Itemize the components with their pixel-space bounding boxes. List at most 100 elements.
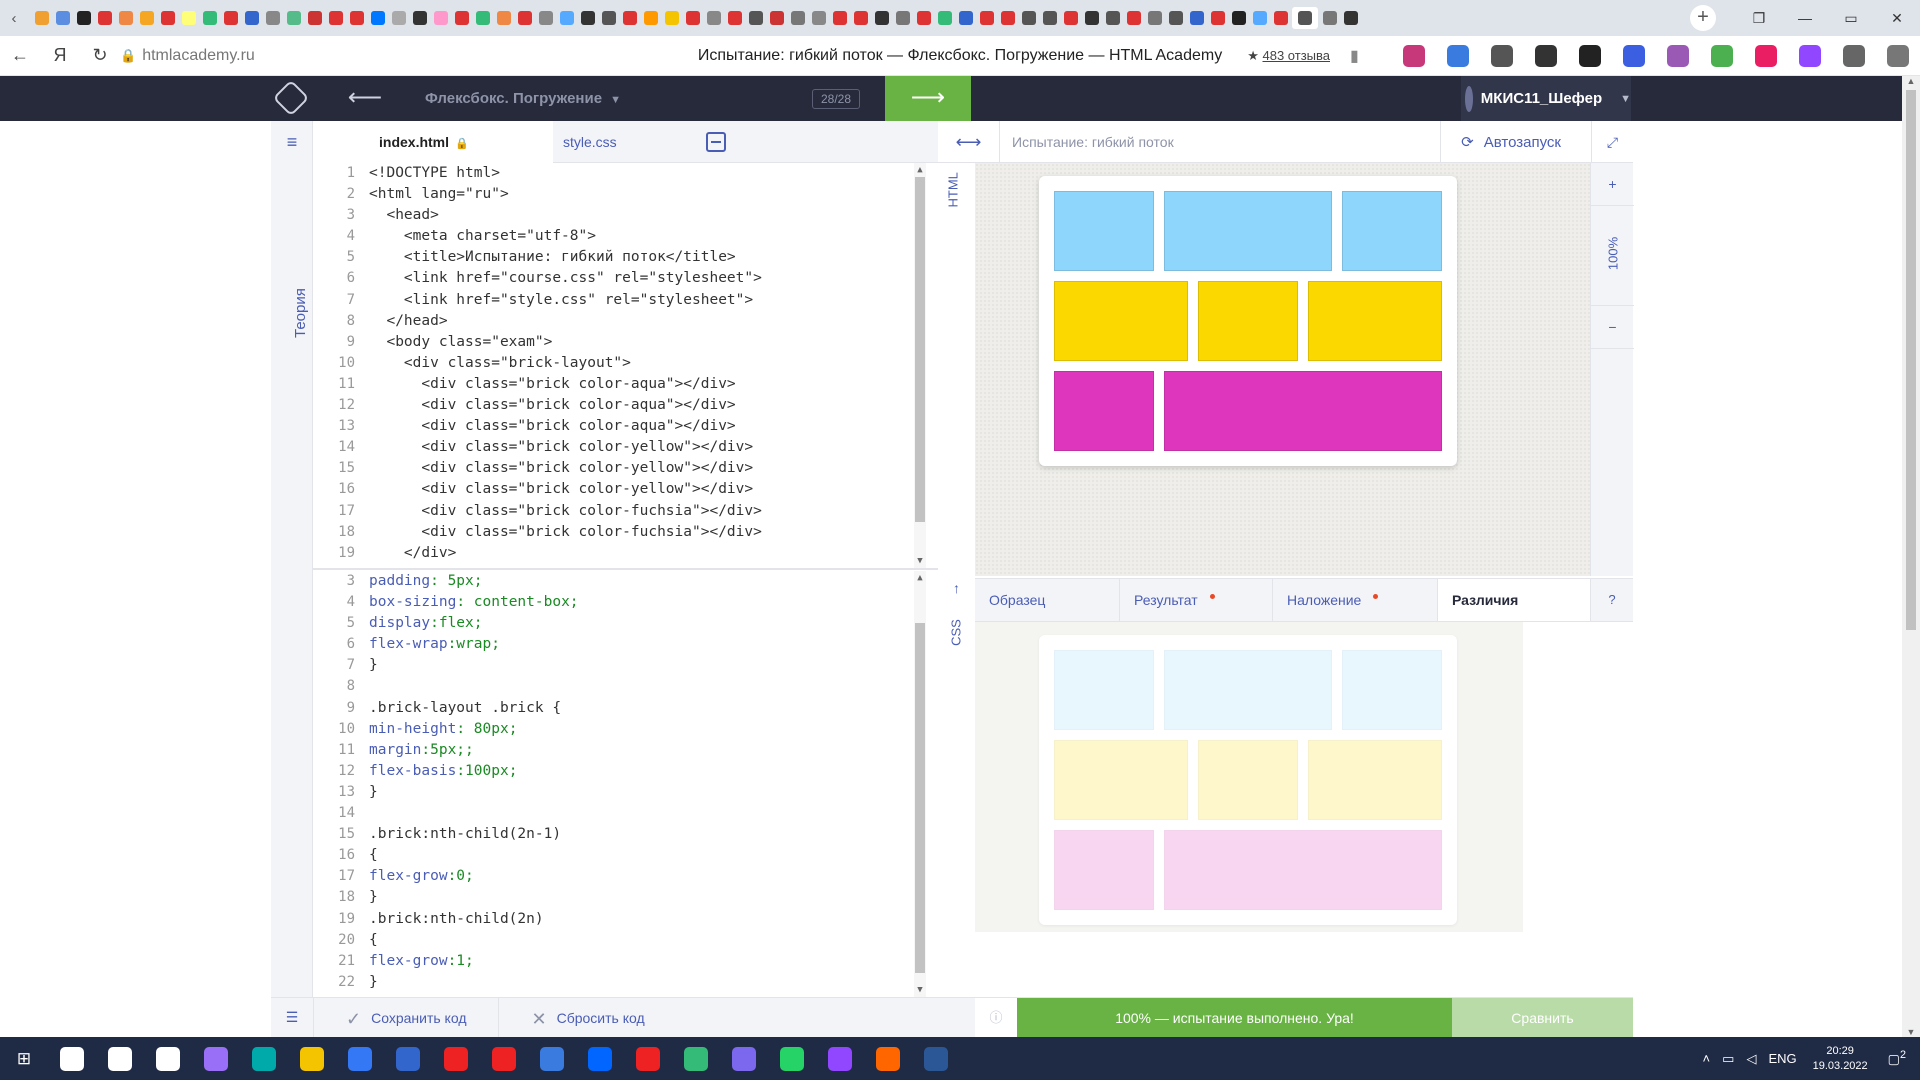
code-line[interactable]: <link href="style.css" rel="stylesheet">	[369, 290, 908, 311]
browser-tab[interactable]	[1271, 7, 1290, 29]
tab-overlay[interactable]: Наложение	[1273, 579, 1438, 621]
taskbar-app[interactable]	[480, 1037, 528, 1080]
help-icon[interactable]: ?	[1591, 579, 1633, 621]
code-line[interactable]: <!DOCTYPE html>	[369, 163, 908, 184]
windows-start-icon[interactable]: ⊞	[0, 1049, 48, 1069]
scrollbar-thumb[interactable]	[915, 177, 925, 522]
browser-tab[interactable]	[620, 7, 639, 29]
scroll-down-icon[interactable]: ▼	[914, 556, 926, 566]
code-line[interactable]: {	[369, 845, 908, 866]
taskbar-app[interactable]	[96, 1037, 144, 1080]
taskbar-app[interactable]	[528, 1037, 576, 1080]
browser-tab[interactable]	[914, 7, 933, 29]
browser-tab[interactable]	[746, 7, 765, 29]
browser-tab[interactable]	[1061, 7, 1080, 29]
taskbar-app[interactable]	[864, 1037, 912, 1080]
swap-panels-icon[interactable]: ⟷	[938, 120, 1000, 163]
browser-tab[interactable]	[599, 7, 618, 29]
yandex-home-icon[interactable]: Я	[40, 45, 80, 66]
scrollbar-thumb[interactable]	[915, 623, 925, 973]
menu-icon[interactable]: ≡	[281, 133, 303, 151]
browser-tab[interactable]	[1082, 7, 1101, 29]
code-line[interactable]: }	[369, 782, 908, 803]
code-line[interactable]: <div class="brick color-fuchsia"></div>	[369, 522, 908, 543]
extension-icon[interactable]	[1535, 44, 1557, 67]
scroll-down-icon[interactable]: ▼	[1902, 1027, 1920, 1037]
browser-tab[interactable]	[368, 7, 387, 29]
browser-tab[interactable]	[200, 7, 219, 29]
browser-tab[interactable]	[1187, 7, 1206, 29]
code-line[interactable]	[369, 803, 908, 824]
bookmark-icon[interactable]: ▮	[1350, 46, 1372, 66]
browser-tab[interactable]	[137, 7, 156, 29]
css-scrollbar[interactable]: ▲ ▼	[914, 571, 926, 997]
browser-tab[interactable]	[893, 7, 912, 29]
taskbar-app[interactable]	[432, 1037, 480, 1080]
zoom-out-button[interactable]: −	[1591, 306, 1634, 349]
browser-tab[interactable]	[116, 7, 135, 29]
browser-tab[interactable]	[809, 7, 828, 29]
tab-sample[interactable]: Образец	[975, 579, 1120, 621]
new-tab-button[interactable]: +	[1690, 5, 1716, 31]
browser-tab[interactable]	[536, 7, 555, 29]
taskbar-app[interactable]	[816, 1037, 864, 1080]
browser-tab[interactable]	[1166, 7, 1185, 29]
browser-tab[interactable]	[515, 7, 534, 29]
html-editor[interactable]: 1 2 3 4 5 6 7 8 9 10 11 12 13 14 15 16 17 18 19 <!DOCTYPE …	[313, 163, 938, 570]
browser-tab[interactable]	[1320, 7, 1339, 29]
browser-tab[interactable]	[347, 7, 366, 29]
chevron-up-icon[interactable]: ˄	[1703, 1051, 1711, 1066]
scroll-down-icon[interactable]: ▼	[914, 985, 926, 995]
browser-tab[interactable]	[473, 7, 492, 29]
back-button[interactable]: ←	[0, 45, 40, 66]
url-host[interactable]: htmlacademy.ru	[142, 47, 442, 65]
code-line[interactable]: </head>	[369, 311, 908, 332]
extension-icon[interactable]	[1447, 44, 1469, 67]
code-line[interactable]	[369, 676, 908, 697]
browser-tab[interactable]	[830, 7, 849, 29]
taskbar-app[interactable]	[624, 1037, 672, 1080]
code-line[interactable]: <div class="brick color-aqua"></div>	[369, 395, 908, 416]
code-line[interactable]: <div class="brick color-fuchsia"></div>	[369, 501, 908, 522]
taskbar-app[interactable]	[240, 1037, 288, 1080]
browser-tab[interactable]	[1124, 7, 1143, 29]
code-line[interactable]: <meta charset="utf-8">	[369, 226, 908, 247]
browser-tab[interactable]	[221, 7, 240, 29]
taskbar-app[interactable]	[912, 1037, 960, 1080]
browser-tab[interactable]	[1103, 7, 1122, 29]
page-scrollbar[interactable]: ▲ ▼	[1902, 76, 1920, 1037]
browser-tab[interactable]	[389, 7, 408, 29]
css-code[interactable]: padding: 5px; box-sizing: content-box; dis…	[369, 571, 908, 993]
scrollbar-thumb[interactable]	[1906, 90, 1916, 630]
tab-diff[interactable]: Различия	[1438, 579, 1591, 621]
browser-tab[interactable]	[32, 7, 51, 29]
browser-tab[interactable]	[494, 7, 513, 29]
previous-step-button[interactable]: ⟵	[320, 76, 410, 121]
taskbar-app[interactable]	[768, 1037, 816, 1080]
code-line[interactable]: <link href="course.css" rel="stylesheet"…	[369, 268, 908, 289]
save-code-button[interactable]: ✓ Сохранить код	[313, 997, 498, 1038]
code-line[interactable]: padding: 5px;	[369, 571, 908, 592]
taskbar-app[interactable]	[144, 1037, 192, 1080]
reload-button[interactable]: ↻	[80, 45, 120, 66]
extension-icon[interactable]	[1623, 44, 1645, 67]
reset-code-button[interactable]: ✕ Сбросить код	[498, 997, 676, 1038]
clock[interactable]: 20:29 19.03.2022	[1813, 1044, 1868, 1074]
code-line[interactable]: {	[369, 930, 908, 951]
taskbar-app[interactable]	[576, 1037, 624, 1080]
close-window-button[interactable]: ✕	[1874, 10, 1920, 27]
code-line[interactable]: flex-basis:100px;	[369, 761, 908, 782]
code-line[interactable]: <div class="brick color-yellow"></div>	[369, 437, 908, 458]
scroll-up-icon[interactable]: ▲	[1902, 76, 1920, 86]
code-line[interactable]: margin:5px;;	[369, 740, 908, 761]
browser-tab[interactable]	[158, 7, 177, 29]
browser-tab[interactable]	[95, 7, 114, 29]
browser-tab[interactable]	[935, 7, 954, 29]
volume-icon[interactable]: ◁	[1746, 1051, 1756, 1067]
code-line[interactable]: <title>Испытание: гибкий поток</title>	[369, 247, 908, 268]
lock-icon[interactable]: 🔒	[120, 48, 136, 64]
code-line[interactable]: <div class="brick color-aqua"></div>	[369, 416, 908, 437]
browser-tab[interactable]	[284, 7, 303, 29]
taskbar-app[interactable]	[672, 1037, 720, 1080]
language-indicator[interactable]: ENG	[1768, 1051, 1796, 1066]
